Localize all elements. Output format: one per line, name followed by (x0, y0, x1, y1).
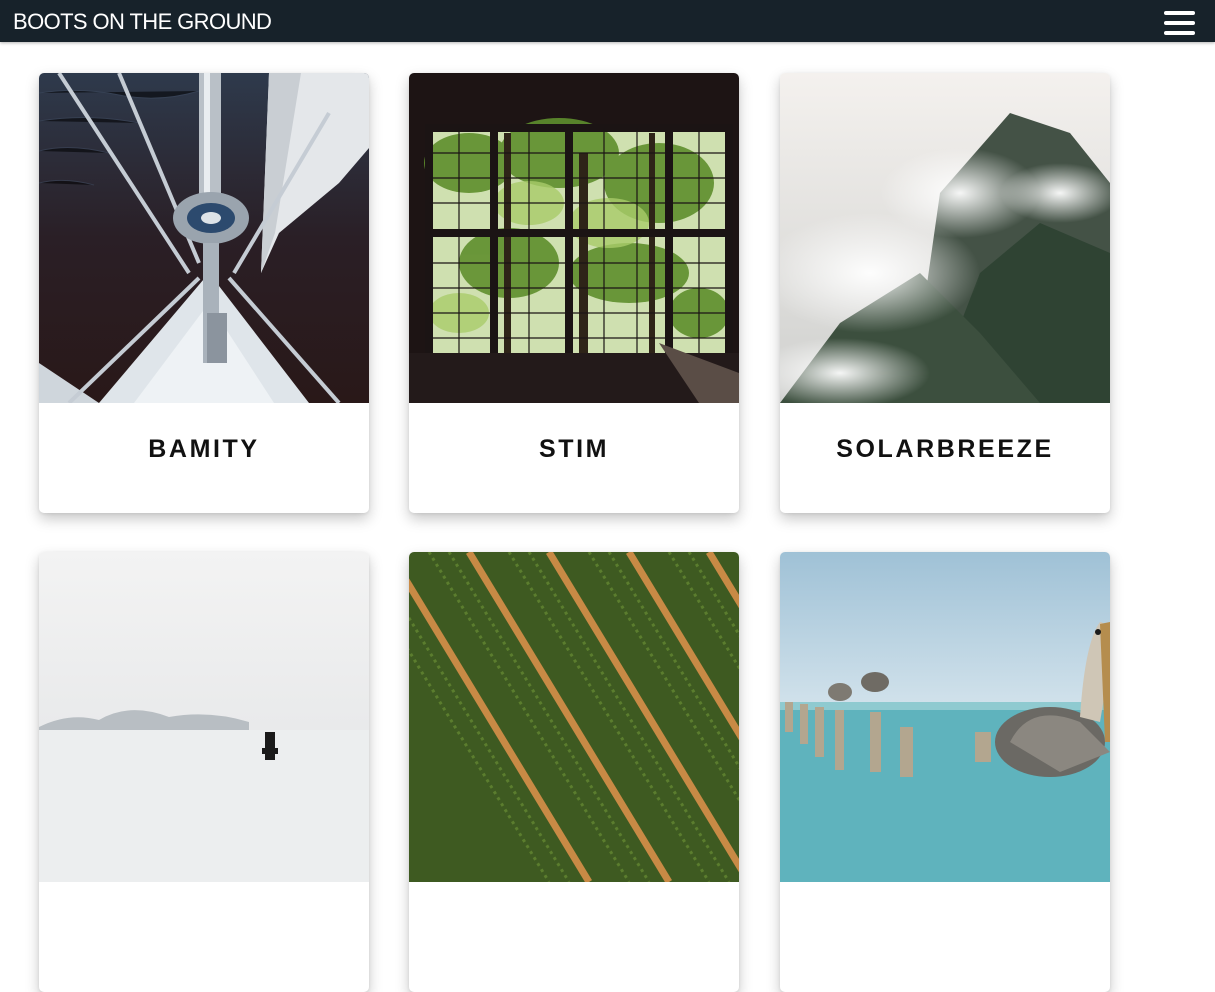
card-title: BAMITY (148, 435, 260, 463)
card-title: SOLARBREEZE (836, 435, 1054, 463)
gallery-card-solarbreeze[interactable]: SOLARBREEZE (780, 73, 1110, 513)
card-title: STIM (538, 435, 610, 463)
hamburger-menu-button[interactable] (1162, 9, 1196, 39)
gallery-card-6[interactable] (780, 552, 1110, 992)
foggy-sea-photo (39, 552, 369, 882)
misty-mountain-photo (780, 73, 1110, 403)
top-navigation-bar: BOOTS ON THE GROUND (0, 0, 1215, 42)
gallery-card-4[interactable] (39, 552, 369, 992)
site-brand-title[interactable]: BOOTS ON THE GROUND (13, 9, 272, 35)
window-with-trees-photo (409, 73, 739, 403)
sailboat-bow-photo (39, 73, 369, 403)
gallery-card-5[interactable] (409, 552, 739, 992)
aerial-crop-field-photo (409, 552, 739, 882)
gallery-card-stim[interactable]: STIM (409, 73, 739, 513)
pelicans-on-pier-photo (780, 552, 1110, 882)
gallery-card-bamity[interactable]: BAMITY (39, 73, 369, 513)
